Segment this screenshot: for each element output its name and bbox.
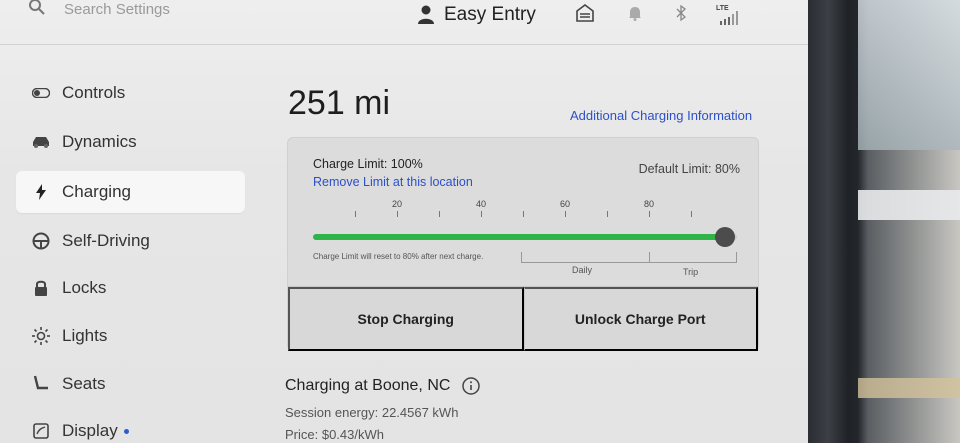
charge-limit-slider[interactable] <box>313 227 737 247</box>
scale-label-20: 20 <box>391 199 403 209</box>
sidebar-item-lights[interactable]: Lights <box>16 315 245 357</box>
sun-icon <box>30 327 52 345</box>
sidebar-item-controls[interactable]: Controls <box>16 72 245 114</box>
update-badge <box>123 428 129 434</box>
sidebar-item-label: Charging <box>62 182 131 201</box>
sidebar-item-display[interactable]: Display <box>16 410 245 443</box>
charging-price: Price: $0.43/kWh <box>285 427 384 442</box>
search-icon[interactable] <box>28 0 46 16</box>
sidebar-item-charging[interactable]: Charging <box>16 171 245 213</box>
toggle-icon <box>30 88 52 98</box>
settings-screen: Easy Entry LTE <box>0 0 808 443</box>
car-icon <box>30 136 52 148</box>
sidebar-item-dynamics[interactable]: Dynamics <box>16 121 245 163</box>
remove-limit-link[interactable]: Remove Limit at this location <box>313 175 473 189</box>
additional-charging-info-link[interactable]: Additional Charging Information <box>570 108 752 123</box>
sidebar-item-label: Locks <box>62 278 107 297</box>
seat-icon <box>30 375 52 393</box>
charge-limit-handle[interactable] <box>715 227 735 247</box>
sidebar-item-locks[interactable]: Locks <box>16 267 245 309</box>
daily-trip-bracket <box>521 252 737 263</box>
sidebar-item-label: Lights <box>62 326 108 345</box>
background-photo <box>808 0 960 443</box>
charge-limit-fill <box>313 234 727 240</box>
lte-signal-icon: LTE <box>716 5 746 27</box>
scale-label-60: 60 <box>559 199 571 209</box>
charge-limit-panel: Charge Limit: 100% Remove Limit at this … <box>287 137 759 351</box>
steering-wheel-icon <box>30 232 52 250</box>
scale-label-80: 80 <box>643 199 655 209</box>
sidebar-item-label: Dynamics <box>62 132 137 151</box>
charge-scale: 20 40 60 80 <box>313 193 733 223</box>
profile-name: Easy Entry <box>444 4 536 25</box>
person-icon <box>418 5 434 24</box>
sidebar-item-label: Seats <box>62 374 106 393</box>
status-icons: LTE <box>576 4 780 27</box>
bell-icon[interactable] <box>628 5 642 26</box>
top-bar: Easy Entry LTE <box>0 0 808 45</box>
driver-profile[interactable]: Easy Entry <box>418 2 536 28</box>
reset-note: Charge Limit will reset to 80% after nex… <box>313 252 484 261</box>
search-input[interactable] <box>62 0 286 20</box>
charging-location-title: Charging at Boone, NC <box>285 377 451 394</box>
bolt-icon <box>30 184 52 200</box>
info-icon[interactable] <box>462 377 481 395</box>
sidebar-item-seats[interactable]: Seats <box>16 363 245 405</box>
lock-icon <box>30 280 52 296</box>
session-energy: Session energy: 22.4567 kWh <box>285 405 459 420</box>
charge-limit-label: Charge Limit: 100% <box>313 157 423 171</box>
sidebar-item-label: Self-Driving <box>62 231 150 250</box>
unlock-charge-port-button[interactable]: Unlock Charge Port <box>523 287 758 351</box>
scale-label-40: 40 <box>475 199 487 209</box>
sidebar-item-label: Controls <box>62 83 126 102</box>
bluetooth-icon[interactable] <box>676 4 686 26</box>
default-limit-label: Default Limit: 80% <box>638 162 740 176</box>
sidebar-item-self-driving[interactable]: Self-Driving <box>16 220 245 262</box>
daily-range-label: Daily <box>572 265 593 275</box>
display-icon <box>30 423 52 439</box>
estimated-range: 251 mi <box>288 84 391 122</box>
stop-charging-button[interactable]: Stop Charging <box>288 287 524 351</box>
garage-icon[interactable] <box>576 4 594 27</box>
charge-actions: Stop Charging Unlock Charge Port <box>288 286 758 351</box>
sidebar-item-label: Display <box>62 421 118 440</box>
charging-location: Charging at Boone, NC <box>285 377 481 395</box>
trip-range-label: Trip <box>683 267 699 277</box>
